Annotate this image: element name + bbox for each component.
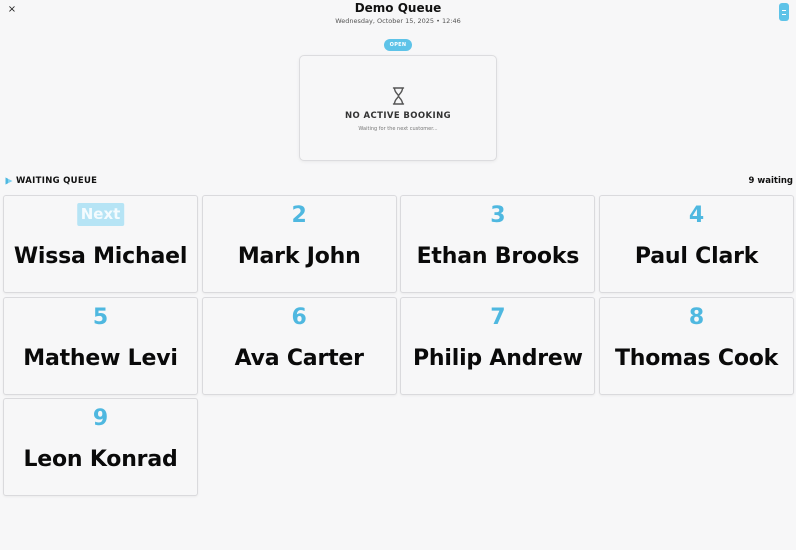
menu-line-icon xyxy=(782,13,786,15)
queue-ticket[interactable]: 3 Ethan Brooks xyxy=(400,195,596,293)
play-icon xyxy=(5,177,13,185)
status-badge: OPEN xyxy=(383,39,413,51)
queue-ticket[interactable]: 5 Mathew Levi xyxy=(3,296,198,395)
status-wrap: OPEN xyxy=(0,31,796,51)
queue-position: 4 xyxy=(688,203,705,228)
customer-name: Wissa Michael xyxy=(13,244,188,269)
page-title: Demo Queue xyxy=(354,1,442,15)
queue-title: WAITING QUEUE xyxy=(16,176,98,186)
queue-position: 7 xyxy=(490,304,506,330)
booking-subtitle: Waiting for the next customer... xyxy=(358,126,438,132)
active-booking-card: NO ACTIVE BOOKING Waiting for the next c… xyxy=(299,55,497,161)
customer-name: Mark John xyxy=(237,244,361,269)
queue-position: 8 xyxy=(688,304,705,330)
queue-position: 3 xyxy=(490,203,506,228)
queue-position: 5 xyxy=(92,304,109,330)
queue-grid: Next Wissa Michael 2 Mark John 3 Ethan B… xyxy=(3,195,795,496)
queue-ticket[interactable]: 9 Leon Konrad xyxy=(3,398,198,496)
queue-position: 9 xyxy=(92,406,109,431)
queue-ticket[interactable]: 4 Paul Clark xyxy=(599,195,795,293)
queue-header: WAITING QUEUE 9 waiting xyxy=(5,175,793,187)
customer-name: Leon Konrad xyxy=(23,447,178,472)
customer-name: Paul Clark xyxy=(634,244,759,269)
queue-ticket[interactable]: 7 Philip Andrew xyxy=(400,296,596,395)
date-time: Wednesday, October 15, 2025 • 12:46 xyxy=(335,17,461,25)
queue-title-group: WAITING QUEUE xyxy=(5,176,97,186)
queue-position: 6 xyxy=(291,304,307,330)
hourglass-icon xyxy=(392,87,405,105)
queue-ticket[interactable]: 6 Ava Carter xyxy=(201,296,397,395)
waiting-count: 9 waiting xyxy=(748,176,794,186)
queue-ticket[interactable]: 2 Mark John xyxy=(201,195,397,293)
next-badge: Next xyxy=(76,203,125,226)
booking-title: NO ACTIVE BOOKING xyxy=(345,111,451,121)
customer-name: Ava Carter xyxy=(234,345,364,371)
queue-display: × Demo Queue Wednesday, October 15, 2025… xyxy=(0,0,796,550)
customer-name: Philip Andrew xyxy=(413,345,583,371)
queue-ticket[interactable]: Next Wissa Michael xyxy=(3,195,198,293)
queue-ticket[interactable]: 8 Thomas Cook xyxy=(599,296,795,395)
queue-position: 2 xyxy=(291,203,307,228)
menu-line-icon xyxy=(782,9,786,11)
customer-name: Mathew Levi xyxy=(23,345,178,371)
customer-name: Ethan Brooks xyxy=(416,244,580,269)
side-menu-button[interactable] xyxy=(779,3,789,21)
customer-name: Thomas Cook xyxy=(615,345,779,371)
